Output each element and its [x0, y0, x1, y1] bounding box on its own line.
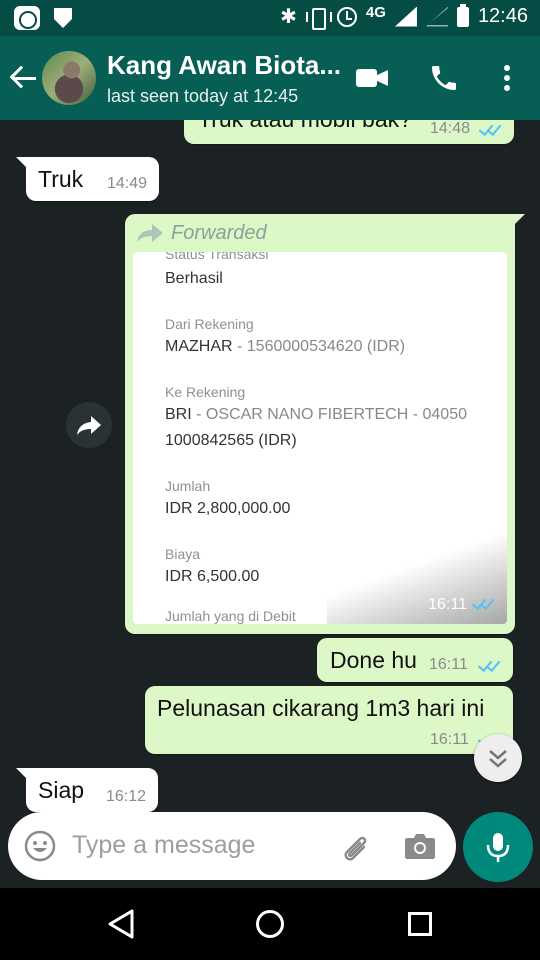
message-text: Truk atau mobil bak?	[198, 120, 412, 133]
app-notification-icon	[14, 6, 40, 30]
nav-back-icon[interactable]	[106, 908, 136, 940]
chat-area[interactable]: Truk atau mobil bak? 14:48 Truk 14:49 Fo…	[0, 120, 540, 812]
receipt-label: Status Transaksi	[165, 252, 269, 262]
scroll-down-button[interactable]	[474, 734, 522, 782]
receipt-label: Jumlah	[165, 478, 211, 494]
signal-sim2-icon	[425, 6, 448, 27]
receipt-value: IDR 2,800,000.00	[165, 500, 291, 517]
message-outgoing[interactable]: Truk atau mobil bak? 14:48	[184, 120, 514, 144]
image-shade	[327, 534, 507, 624]
emoji-icon[interactable]	[24, 830, 56, 862]
status-bar: ✱ 4G 12:46	[0, 0, 540, 36]
mic-icon	[486, 833, 510, 862]
receipt-value: BRI - OSCAR NANO FIBERTECH - 04050	[165, 406, 467, 423]
share-icon	[77, 416, 101, 435]
receipt-image[interactable]: Status Transaksi Berhasil Dari Rekening …	[133, 252, 507, 624]
message-incoming[interactable]: Siap 16:12	[16, 768, 158, 812]
last-seen[interactable]: last seen today at 12:45	[107, 86, 298, 107]
bubble-tail	[16, 768, 30, 782]
attach-icon[interactable]	[338, 830, 372, 864]
bluetooth-icon: ✱	[280, 6, 297, 28]
chat-header: Kang Awan Biota... last seen today at 12…	[0, 36, 540, 120]
message-forwarded-image[interactable]: Forwarded Status Transaksi Berhasil Dari…	[125, 214, 525, 634]
message-input[interactable]: Type a message	[72, 831, 255, 860]
receipt-value: 1000842565 (IDR)	[165, 432, 297, 449]
network-type: 4G	[365, 4, 386, 21]
nav-home-icon[interactable]	[256, 910, 284, 938]
receipt-label: Dari Rekening	[165, 316, 254, 332]
forward-icon	[137, 224, 163, 242]
receipt-value: Berhasil	[165, 270, 223, 287]
receipt-value: MAZHAR - 1560000534620 (IDR)	[165, 338, 406, 355]
message-time: 16:12	[106, 788, 147, 805]
bubble-tail	[511, 214, 525, 228]
receipt-label: Biaya	[165, 546, 201, 562]
signal-icon	[394, 6, 417, 27]
more-options-icon[interactable]	[500, 63, 514, 93]
scroll-down-icon	[489, 750, 507, 768]
message-text: Pelunasan cikarang 1m3 hari ini	[157, 695, 485, 721]
forwarded-label: Forwarded	[171, 222, 267, 244]
message-time: 16:11	[429, 656, 468, 673]
status-time: 12:46	[477, 5, 528, 27]
message-text: Done hu	[330, 647, 417, 673]
receipt-value: IDR 6,500.00	[165, 568, 260, 585]
message-incoming[interactable]: Truk 14:49	[16, 157, 159, 201]
message-time: 16:11	[430, 731, 469, 748]
video-call-icon[interactable]	[356, 69, 388, 87]
receipt-label: Ke Rekening	[165, 384, 246, 400]
share-button[interactable]	[66, 402, 112, 448]
message-input-bar[interactable]: Type a message	[8, 812, 456, 880]
contact-name[interactable]: Kang Awan Biota...	[107, 50, 341, 81]
message-outgoing[interactable]: Pelunasan cikarang 1m3 hari ini 16:11	[145, 686, 513, 754]
camera-icon[interactable]	[404, 832, 436, 860]
read-ticks-icon	[479, 658, 501, 672]
read-ticks-icon	[473, 596, 495, 610]
message-time: 14:49	[107, 175, 148, 192]
read-ticks-icon	[480, 122, 502, 136]
nav-recents-icon[interactable]	[408, 912, 432, 936]
avatar[interactable]	[42, 51, 96, 105]
receipt-label: Jumlah yang di Debit	[165, 608, 296, 624]
battery-icon	[456, 3, 469, 27]
message-text: Truk	[38, 166, 84, 192]
alarm-icon	[336, 6, 357, 27]
phone-icon[interactable]	[428, 62, 460, 94]
mic-button[interactable]	[463, 812, 533, 882]
message-outgoing[interactable]: Done hu 16:11	[317, 638, 513, 682]
message-text: Siap	[38, 777, 85, 803]
navigation-bar	[0, 888, 540, 960]
shield-icon	[54, 8, 72, 28]
back-arrow-icon[interactable]	[10, 64, 38, 92]
bubble-tail	[16, 157, 30, 171]
vibrate-icon	[305, 7, 332, 30]
message-time: 16:11	[428, 596, 467, 613]
message-time: 14:48	[430, 120, 471, 137]
